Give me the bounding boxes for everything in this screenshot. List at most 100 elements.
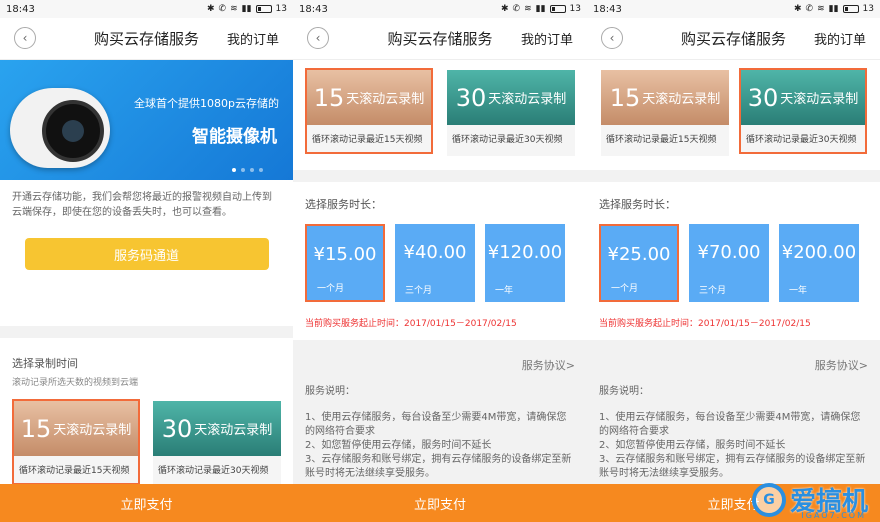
service-intro: 开通云存储功能，我们会帮您将最近的报警视频自动上传到云端保存，即使在您的设备丢失… [12,192,272,218]
plan-days: 30 [455,83,487,112]
duration-price: ¥70.00 [697,242,761,263]
signal-icon: ▮▮ [535,4,546,14]
duration-term: 一年 [495,286,514,296]
duration-term: 三个月 [405,286,433,296]
duration-price: ¥25.00 [607,244,671,265]
duration-options: ¥25.00 一个月 ¥70.00 三个月 ¥200.00 一年 [587,224,880,302]
plan-15-days[interactable]: 15 天滚动云录制 循环滚动记录最近15天视频 [305,68,433,154]
bluetooth-icon: ✱ [207,4,215,14]
service-agreement-link[interactable]: 服务协议> [815,357,868,373]
record-time-title: 选择录制时间 [12,357,78,370]
wifi-icon: ≋ [230,4,238,14]
carousel-dots [232,168,263,172]
signal-icon: ▮▮ [828,4,839,14]
plan-label: 天滚动云录制 [53,423,132,438]
service-period: 当前购买服务起止时间：2017/01/15－2017/02/15 [599,319,811,329]
nav-bar: ‹ 购买云存储服务 我的订单 [293,18,587,60]
status-bar: 18:43 ✱ ✆ ≋ ▮▮ 13 [293,0,587,18]
screen-2: 18:43 ✱ ✆ ≋ ▮▮ 13 ‹ 购买云存储服务 我的订单 15 天滚动云录… [293,0,587,522]
phone-icon: ✆ [218,4,227,14]
plan-desc: 循环滚动记录最近15天视频 [606,135,717,145]
plan-days: 15 [20,414,52,443]
note-item: 3、云存储服务和账号绑定，拥有云存储服务的设备绑定至新账号时将无法继续享受服务。 [305,454,572,479]
plan-days: 30 [161,414,193,443]
carousel-dot [241,168,245,172]
plan-label: 天滚动云录制 [488,92,567,107]
divider [587,170,880,182]
duration-title: 选择服务时长： [305,198,382,211]
duration-price: ¥15.00 [313,244,377,265]
back-button[interactable]: ‹ [14,27,36,49]
plan-desc: 循环滚动记录最近30天视频 [452,135,563,145]
plan-30-days[interactable]: 30 天滚动云录制 循环滚动记录最近30天视频 [153,401,281,487]
bluetooth-icon: ✱ [794,4,802,14]
battery-icon [842,5,859,13]
service-agreement-link[interactable]: 服务协议> [522,357,575,373]
plan-days: 15 [313,83,345,112]
battery-level: 13 [569,4,581,14]
service-notes: 服务说明： 1、使用云存储服务，每台设备至少需要4M带宽，请确保您的网络符合要求… [305,385,575,481]
duration-title: 选择服务时长： [599,198,676,211]
service-notes: 服务说明： 1、使用云存储服务，每台设备至少需要4M带宽，请确保您的网络符合要求… [599,385,868,481]
wifi-icon: ≋ [524,4,532,14]
pay-now-button[interactable]: 立即支付 [0,484,293,522]
carousel-dot [250,168,254,172]
plan-days: 30 [747,83,779,112]
promo-banner[interactable]: 全球首个提供1080p云存储的 智能摄像机 [0,60,293,180]
my-orders-link[interactable]: 我的订单 [227,29,279,48]
watermark-url: IGAO7.COM [801,511,866,520]
screen-3: 18:43 ✱ ✆ ≋ ▮▮ 13 ‹ 购买云存储服务 我的订单 15 天滚动云录… [587,0,880,522]
duration-term: 一个月 [611,284,639,294]
back-icon: ‹ [315,31,321,45]
plan-desc: 循环滚动记录最近30天视频 [746,135,857,145]
back-icon: ‹ [609,31,615,45]
nav-bar: ‹ 购买云存储服务 我的订单 [0,18,293,60]
plan-15-days[interactable]: 15 天滚动云录制 循环滚动记录最近15天视频 [12,399,140,485]
battery-level: 13 [275,4,287,14]
duration-1-year[interactable]: ¥200.00 一年 [779,224,859,302]
plan-label: 天滚动云录制 [780,92,859,107]
phone-icon: ✆ [512,4,521,14]
signal-icon: ▮▮ [241,4,252,14]
duration-1-year[interactable]: ¥120.00 一年 [485,224,565,302]
note-item: 1、使用云存储服务，每台设备至少需要4M带宽，请确保您的网络符合要求 [599,412,861,437]
plan-30-days[interactable]: 30 天滚动云录制 循环滚动记录最近30天视频 [739,68,867,154]
divider [0,326,293,338]
notes-title: 服务说明： [305,386,355,397]
battery-icon [255,5,272,13]
back-button[interactable]: ‹ [601,27,623,49]
note-item: 1、使用云存储服务，每台设备至少需要4M带宽，请确保您的网络符合要求 [305,412,567,437]
status-bar: 18:43 ✱ ✆ ≋ ▮▮ 13 [587,0,880,18]
duration-term: 一年 [789,286,808,296]
service-code-button[interactable]: 服务码通道 [24,238,269,270]
status-time: 18:43 [593,3,622,15]
plan-days: 15 [609,83,641,112]
status-bar: 18:43 ✱ ✆ ≋ ▮▮ 13 [0,0,293,18]
my-orders-link[interactable]: 我的订单 [521,29,573,48]
duration-options: ¥15.00 一个月 ¥40.00 三个月 ¥120.00 一年 [293,224,587,302]
pay-now-button[interactable]: 立即支付 [293,484,587,522]
battery-icon [549,5,566,13]
plan-label: 天滚动云录制 [642,92,721,107]
duration-3-months[interactable]: ¥40.00 三个月 [395,224,475,302]
duration-price: ¥40.00 [403,242,467,263]
duration-term: 一个月 [317,284,345,294]
service-period: 当前购买服务起止时间：2017/01/15－2017/02/15 [305,319,517,329]
plan-15-days[interactable]: 15 天滚动云录制 循环滚动记录最近15天视频 [601,70,729,156]
screen-1: 18:43 ✱ ✆ ≋ ▮▮ 13 ‹ 购买云存储服务 我的订单 全球首个提供1… [0,0,293,522]
duration-1-month[interactable]: ¥15.00 一个月 [305,224,385,302]
note-item: 2、如您暂停使用云存储，服务时间不延长 [305,440,492,451]
wifi-icon: ≋ [817,4,825,14]
duration-3-months[interactable]: ¥70.00 三个月 [689,224,769,302]
plan-30-days[interactable]: 30 天滚动云录制 循环滚动记录最近30天视频 [447,70,575,156]
back-button[interactable]: ‹ [307,27,329,49]
bluetooth-icon: ✱ [501,4,509,14]
duration-price: ¥200.00 [781,242,857,263]
status-time: 18:43 [6,3,35,15]
plan-desc: 循环滚动记录最近30天视频 [158,466,269,476]
banner-title: 智能摄像机 [192,127,277,147]
my-orders-link[interactable]: 我的订单 [814,29,866,48]
duration-price: ¥120.00 [487,242,563,263]
divider [293,170,587,182]
duration-1-month[interactable]: ¥25.00 一个月 [599,224,679,302]
